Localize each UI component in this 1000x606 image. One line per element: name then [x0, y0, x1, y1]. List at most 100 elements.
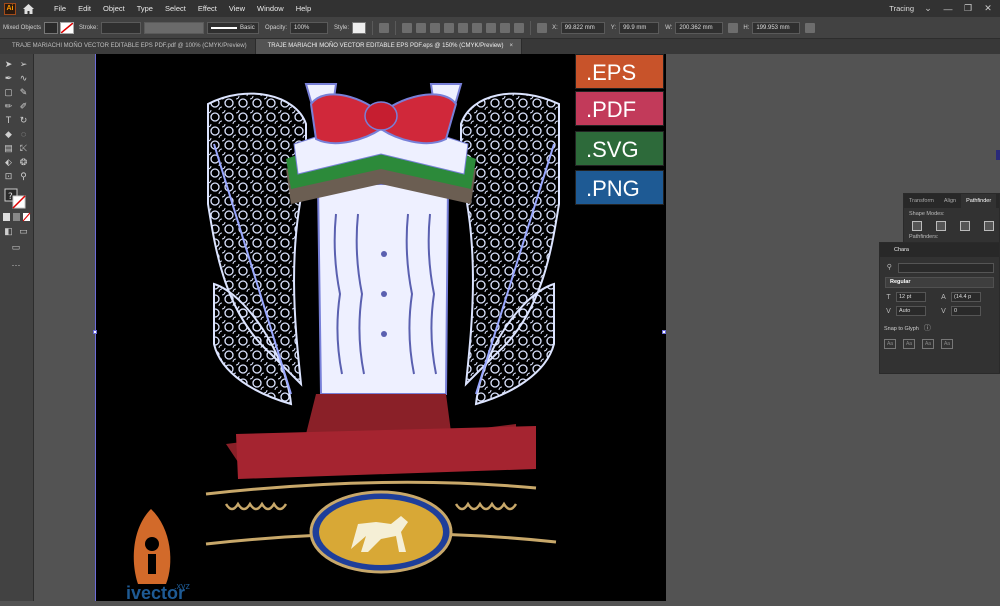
- workspace-switcher[interactable]: Tracing: [889, 4, 914, 13]
- selection-handle[interactable]: [93, 330, 97, 334]
- fill-stroke-icon[interactable]: ?: [3, 187, 29, 211]
- transform-reference-icon[interactable]: [537, 22, 548, 33]
- menu-window[interactable]: Window: [251, 4, 290, 13]
- info-icon[interactable]: ⓘ: [923, 324, 932, 333]
- tab-eps-document[interactable]: TRAJE MARIACHI MOÑO VECTOR EDITABLE EPS …: [255, 39, 523, 54]
- close-icon[interactable]: ✕: [982, 3, 994, 14]
- style-label: Style:: [334, 24, 350, 31]
- shirt-button: [381, 251, 387, 257]
- paintbrush-tool-icon[interactable]: ✎: [18, 87, 29, 98]
- chevron-down-icon[interactable]: ⌄: [922, 3, 934, 14]
- change-screen-mode-icon[interactable]: ▭: [9, 242, 23, 253]
- font-family-field[interactable]: [897, 262, 994, 273]
- minus-front-icon[interactable]: [936, 221, 946, 231]
- artboard-tool-icon[interactable]: ⊡: [3, 171, 14, 182]
- font-size-field[interactable]: 12 pt: [896, 292, 926, 302]
- color-mode-icons[interactable]: [2, 212, 32, 223]
- leading-field[interactable]: (14.4 p: [951, 292, 981, 302]
- document-tabs: TRAJE MARIACHI MOÑO VECTOR EDITABLE EPS …: [0, 39, 1000, 54]
- svg-text:?: ?: [8, 192, 13, 202]
- home-icon[interactable]: [20, 1, 36, 17]
- opacity-field[interactable]: 100%: [290, 21, 329, 34]
- selection-tool-icon[interactable]: ➤: [3, 59, 14, 70]
- panel-menu-icon[interactable]: [805, 22, 816, 33]
- rotate-tool-icon[interactable]: ↻: [18, 115, 29, 126]
- recolor-icon[interactable]: [379, 22, 390, 33]
- tab-transform[interactable]: Transform: [904, 194, 939, 208]
- y-field[interactable]: 99.9 mm: [619, 21, 660, 34]
- tab-align[interactable]: Align: [939, 194, 961, 208]
- snap-to-glyph-label: Snap to Glyph: [884, 325, 919, 332]
- menu-edit[interactable]: Edit: [72, 4, 97, 13]
- snap-proximity-icon[interactable]: Aa: [941, 339, 953, 349]
- paint-bucket-icon[interactable]: ◆: [3, 129, 14, 140]
- eps-badge: .EPS: [575, 54, 664, 89]
- screen-mode-icon[interactable]: ▭: [18, 226, 29, 237]
- tab-pdf-document[interactable]: TRAJE MARIACHI MOÑO VECTOR EDITABLE EPS …: [0, 39, 256, 54]
- gradient-tool-icon[interactable]: ▤: [3, 143, 14, 154]
- character-panel-title[interactable]: Chara: [880, 243, 999, 257]
- menu-file[interactable]: File: [48, 4, 72, 13]
- restore-icon[interactable]: ❐: [962, 3, 974, 14]
- divider: [530, 20, 532, 35]
- align-middle-icon[interactable]: [458, 22, 469, 33]
- h-field[interactable]: 199.953 mm: [752, 21, 801, 34]
- more-tools-icon[interactable]: ···: [9, 260, 23, 271]
- unite-icon[interactable]: [912, 221, 922, 231]
- stroke-weight-field[interactable]: [101, 21, 142, 34]
- eyedropper-tool-icon[interactable]: ⤪: [18, 143, 29, 154]
- fill-swatch[interactable]: [44, 21, 59, 34]
- intersect-icon[interactable]: [960, 221, 970, 231]
- tab-pathfinder[interactable]: Pathfinder: [961, 194, 997, 208]
- distribute-icon[interactable]: [486, 22, 497, 33]
- snap-bounds-icon[interactable]: Aa: [922, 339, 934, 349]
- pencil-tool-icon[interactable]: ✏: [3, 101, 14, 112]
- distribute-icon[interactable]: [500, 22, 511, 33]
- pen-tool-icon[interactable]: ✒: [3, 73, 14, 84]
- menu-object[interactable]: Object: [97, 4, 131, 13]
- menu-select[interactable]: Select: [159, 4, 192, 13]
- align-right-icon[interactable]: [430, 22, 441, 33]
- selection-handle[interactable]: [662, 330, 666, 334]
- graphic-style-swatch[interactable]: [352, 21, 367, 34]
- type-tool-icon[interactable]: T: [3, 115, 14, 126]
- font-style-field[interactable]: Regular: [885, 277, 994, 288]
- bow-knot: [364, 101, 398, 131]
- distribute-icon[interactable]: [514, 22, 525, 33]
- exclude-icon[interactable]: [984, 221, 994, 231]
- minimize-icon[interactable]: —: [942, 4, 954, 14]
- lasso-tool-icon[interactable]: ◌: [18, 129, 29, 140]
- menu-type[interactable]: Type: [131, 4, 159, 13]
- menu-help[interactable]: Help: [290, 4, 317, 13]
- align-top-icon[interactable]: [444, 22, 455, 33]
- align-bottom-icon[interactable]: [472, 22, 483, 33]
- draw-mode-icon[interactable]: ◧: [3, 226, 14, 237]
- shape-builder-icon[interactable]: ⬖: [3, 157, 14, 168]
- snap-xheight-icon[interactable]: Aa: [903, 339, 915, 349]
- menu-view[interactable]: View: [223, 4, 251, 13]
- menu-effect[interactable]: Effect: [192, 4, 223, 13]
- curvature-tool-icon[interactable]: ∿: [18, 73, 29, 84]
- tracking-field[interactable]: 0: [951, 306, 981, 316]
- snap-baseline-icon[interactable]: Aa: [884, 339, 896, 349]
- align-center-icon[interactable]: [416, 22, 427, 33]
- y-label: Y:: [610, 24, 617, 31]
- variable-width-dropdown[interactable]: [144, 21, 205, 34]
- w-field[interactable]: 200.362 mm: [675, 21, 724, 34]
- x-field[interactable]: 99.822 mm: [560, 21, 605, 34]
- brush-dropdown[interactable]: Basic: [207, 21, 260, 34]
- w-label: W:: [665, 24, 673, 31]
- zoom-tool-icon[interactable]: ⚲: [18, 171, 29, 182]
- search-icon[interactable]: ⚲: [885, 263, 894, 272]
- kerning-field[interactable]: Auto: [896, 306, 926, 316]
- artboard-edge: [95, 54, 96, 601]
- blob-brush-icon[interactable]: ✐: [18, 101, 29, 112]
- direct-selection-tool-icon[interactable]: ➢: [18, 59, 29, 70]
- symbol-sprayer-icon[interactable]: ❂: [18, 157, 29, 168]
- close-icon[interactable]: ×: [510, 39, 514, 54]
- link-icon[interactable]: [728, 22, 739, 33]
- rectangle-tool-icon[interactable]: ▢: [3, 87, 14, 98]
- align-left-icon[interactable]: [402, 22, 413, 33]
- divider: [395, 20, 397, 35]
- stroke-swatch[interactable]: [60, 21, 75, 34]
